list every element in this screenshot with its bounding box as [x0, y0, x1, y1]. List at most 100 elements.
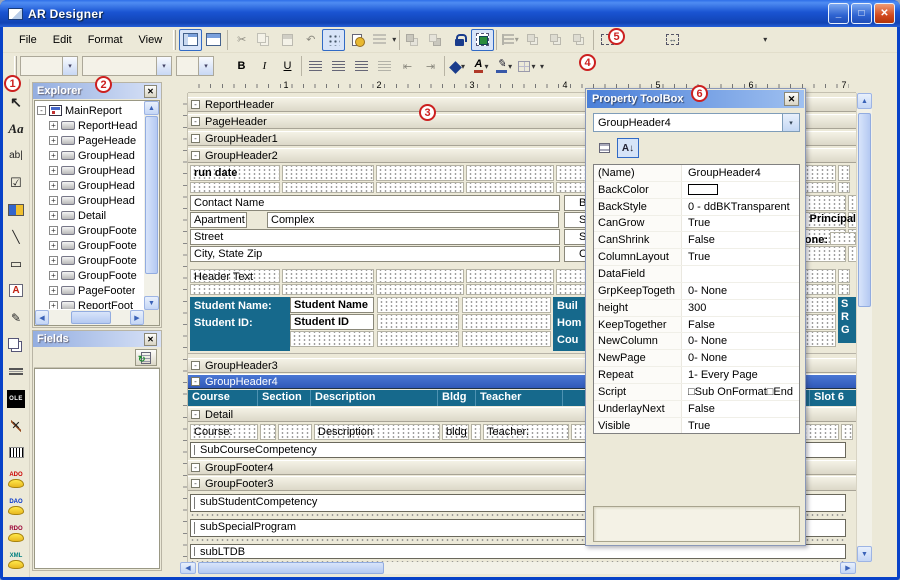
tree-item[interactable]: + GroupHead: [35, 148, 143, 163]
tree-expand-toggle[interactable]: +: [49, 196, 58, 205]
tree-item[interactable]: + ReportHead: [35, 118, 143, 133]
property-row[interactable]: KeepTogether False: [594, 317, 799, 334]
collapse-icon[interactable]: -: [191, 134, 200, 143]
description-header-cell[interactable]: Description: [311, 390, 438, 406]
style-combo[interactable]: ▾: [20, 56, 78, 76]
checkbox-tool-icon[interactable]: ☑: [4, 169, 28, 196]
teacher-header-cell[interactable]: Teacher: [476, 390, 563, 406]
design-cell[interactable]: [190, 182, 280, 193]
borders-button[interactable]: ▾: [516, 55, 539, 77]
course-header-cell[interactable]: Course: [188, 390, 258, 406]
font-size-combo[interactable]: ▾: [176, 56, 214, 76]
design-cell[interactable]: [462, 297, 551, 313]
tree-item[interactable]: + GroupFoote: [35, 223, 143, 238]
chevron-down-icon[interactable]: ▾: [782, 114, 799, 131]
object-selector-combo[interactable]: GroupHeader4 ▾: [593, 113, 800, 132]
bullets-button[interactable]: [373, 55, 396, 77]
tree-item[interactable]: + GroupHead: [35, 178, 143, 193]
scroll-up-button[interactable]: ▲: [857, 93, 872, 109]
chevron-down-icon[interactable]: ▾: [62, 57, 77, 75]
design-cell[interactable]: [848, 195, 856, 211]
scroll-right-button[interactable]: ▶: [840, 562, 856, 574]
align-left-button[interactable]: [304, 55, 327, 77]
section-header-cell[interactable]: Section: [258, 390, 311, 406]
toolbar-options-dropdown[interactable]: ▾: [762, 35, 768, 44]
scroll-down-button[interactable]: ▼: [857, 546, 872, 562]
property-row[interactable]: BackStyle 0 - ddBKTransparent: [594, 199, 799, 216]
design-cell[interactable]: [282, 284, 374, 295]
property-toolbox-close-button[interactable]: ✕: [784, 92, 799, 106]
design-cell[interactable]: [841, 424, 853, 440]
collapse-icon[interactable]: -: [191, 463, 200, 472]
menu-item[interactable]: View: [131, 31, 171, 49]
tree-expand-toggle[interactable]: +: [49, 211, 58, 220]
fields-close-button[interactable]: ✕: [144, 333, 157, 346]
design-cell[interactable]: [377, 314, 459, 330]
scroll-thumb[interactable]: [71, 311, 111, 324]
design-cell[interactable]: [838, 284, 850, 295]
tree-item[interactable]: + Detail: [35, 208, 143, 223]
design-cell[interactable]: [830, 232, 856, 245]
subreport-ltdb[interactable]: subLTDB: [190, 544, 846, 559]
scroll-thumb[interactable]: [198, 562, 384, 574]
course-field[interactable]: Course:: [190, 424, 258, 440]
property-window-toggle-button[interactable]: [202, 29, 225, 51]
align-right-button[interactable]: [350, 55, 373, 77]
design-cell[interactable]: [471, 424, 481, 440]
align-button[interactable]: ▾: [499, 29, 522, 51]
send-to-back-button[interactable]: [425, 29, 448, 51]
header-text-field[interactable]: Header Text: [190, 269, 280, 283]
fields-panel-header[interactable]: Fields ✕: [33, 331, 161, 347]
design-cell[interactable]: [466, 165, 554, 181]
categorized-view-button[interactable]: [593, 138, 615, 158]
design-cell[interactable]: [838, 165, 850, 181]
apartment-field[interactable]: Apartment: [190, 212, 247, 228]
design-cell[interactable]: [848, 246, 856, 262]
explorer-horizontal-scrollbar[interactable]: ◀ ▶: [35, 310, 144, 325]
snap-to-grid-button[interactable]: [471, 29, 494, 51]
property-row[interactable]: GrpKeepTogeth 0- None: [594, 283, 799, 300]
menu-item[interactable]: Edit: [45, 31, 80, 49]
design-cell[interactable]: [282, 165, 374, 181]
copy-button[interactable]: [253, 29, 276, 51]
tree-item[interactable]: + GroupFoote: [35, 253, 143, 268]
rdo-data-control-icon[interactable]: RDO: [4, 520, 28, 547]
tree-expand-toggle[interactable]: +: [49, 241, 58, 250]
tree-expand-toggle[interactable]: +: [49, 181, 58, 190]
student-labels-block[interactable]: Student Name: Student ID:: [190, 297, 290, 351]
student-id-field[interactable]: Student ID: [290, 314, 374, 330]
design-cell[interactable]: [376, 182, 464, 193]
refresh-fields-button[interactable]: ↻: [135, 349, 157, 366]
tree-item[interactable]: + GroupHead: [35, 193, 143, 208]
design-cell[interactable]: [376, 269, 464, 283]
design-cell[interactable]: [462, 314, 551, 330]
complex-field[interactable]: Complex: [267, 212, 559, 228]
italic-button[interactable]: I: [253, 55, 276, 77]
tree-item[interactable]: + GroupFoote: [35, 268, 143, 283]
teacher-field[interactable]: Teacher:: [483, 424, 569, 440]
collapse-icon[interactable]: -: [191, 361, 200, 370]
scroll-left-button[interactable]: ◀: [180, 562, 196, 574]
make-same-width-button[interactable]: [522, 29, 545, 51]
tree-item[interactable]: + GroupFoote: [35, 238, 143, 253]
scroll-left-button[interactable]: ◀: [35, 310, 49, 325]
design-cell[interactable]: [466, 284, 554, 295]
color-swatch[interactable]: [688, 184, 718, 195]
paste-button[interactable]: [276, 29, 299, 51]
property-row[interactable]: Script □Sub OnFormat□End: [594, 384, 799, 401]
cut-button[interactable]: ✂: [230, 29, 253, 51]
tree-expand-toggle[interactable]: +: [49, 166, 58, 175]
design-cell[interactable]: [838, 269, 850, 283]
tree-expand-toggle[interactable]: +: [49, 301, 58, 309]
label-tool-icon[interactable]: Aa: [4, 115, 28, 142]
property-row[interactable]: NewPage 0- None: [594, 350, 799, 367]
tree-item[interactable]: + PageHeade: [35, 133, 143, 148]
contact-name-field[interactable]: Contact Name: [190, 195, 560, 211]
right-labels-fragment[interactable]: S R G: [838, 297, 856, 343]
design-cell[interactable]: [462, 331, 551, 347]
format-toolbar-options-dropdown[interactable]: ▾: [539, 62, 545, 71]
tree-expand-toggle[interactable]: +: [49, 256, 58, 265]
shape-tool-icon[interactable]: ▭: [4, 250, 28, 277]
design-cell[interactable]: [290, 331, 374, 347]
alphabetical-sort-button[interactable]: A↓: [617, 138, 639, 158]
